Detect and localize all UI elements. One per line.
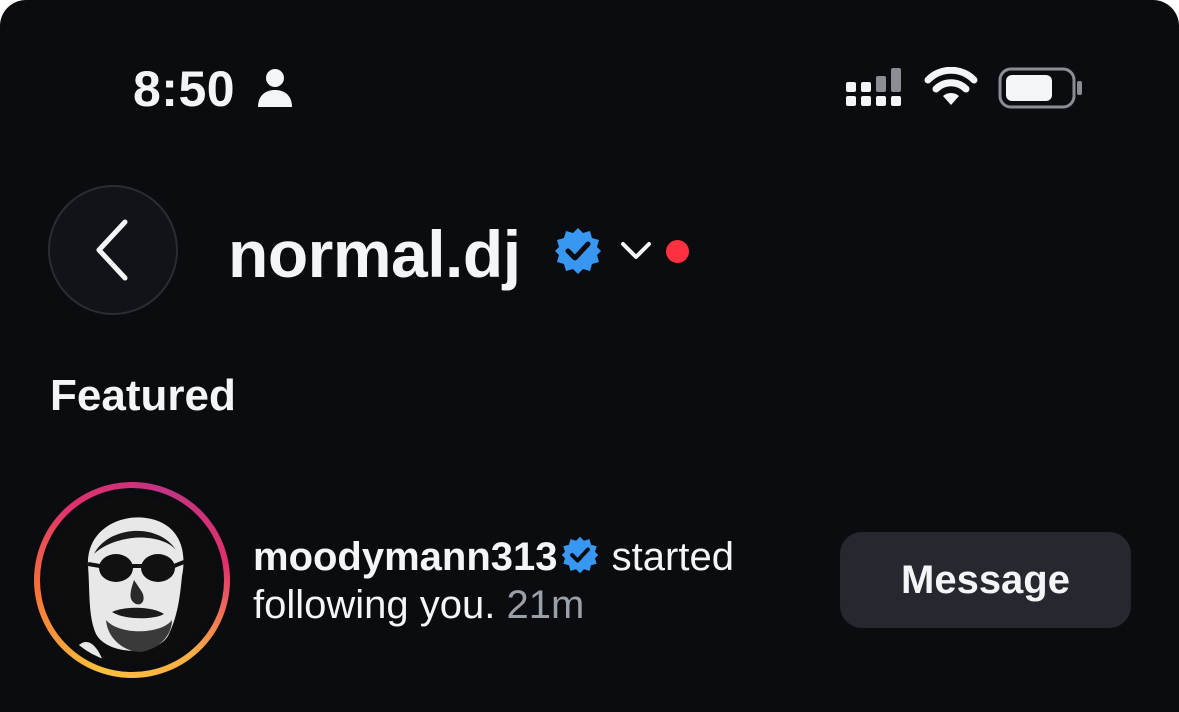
notification-text: moodymann313 started following you. 21m	[253, 533, 813, 629]
chevron-down-icon[interactable]	[620, 240, 652, 262]
message-button[interactable]: Message	[840, 532, 1131, 628]
status-time: 8:50	[133, 61, 236, 117]
avatar-image	[48, 496, 216, 664]
avatar[interactable]	[34, 482, 230, 678]
notification-username[interactable]: moodymann313	[253, 535, 558, 579]
battery-icon	[998, 67, 1082, 109]
back-chevron-icon	[96, 219, 128, 281]
screen: 8:50 normal.dj Featured moodymann313 sta…	[0, 0, 1179, 712]
unread-indicator-dot	[666, 240, 689, 263]
wifi-icon	[924, 67, 978, 105]
person-icon	[258, 69, 292, 107]
section-title-featured: Featured	[50, 371, 236, 420]
verified-badge-icon	[555, 228, 601, 274]
back-button[interactable]	[48, 185, 178, 315]
cellular-signal-icon	[846, 68, 901, 106]
verified-badge-icon	[561, 536, 598, 574]
notification-timestamp: 21m	[506, 583, 585, 627]
account-username-title[interactable]: normal.dj	[228, 218, 521, 290]
